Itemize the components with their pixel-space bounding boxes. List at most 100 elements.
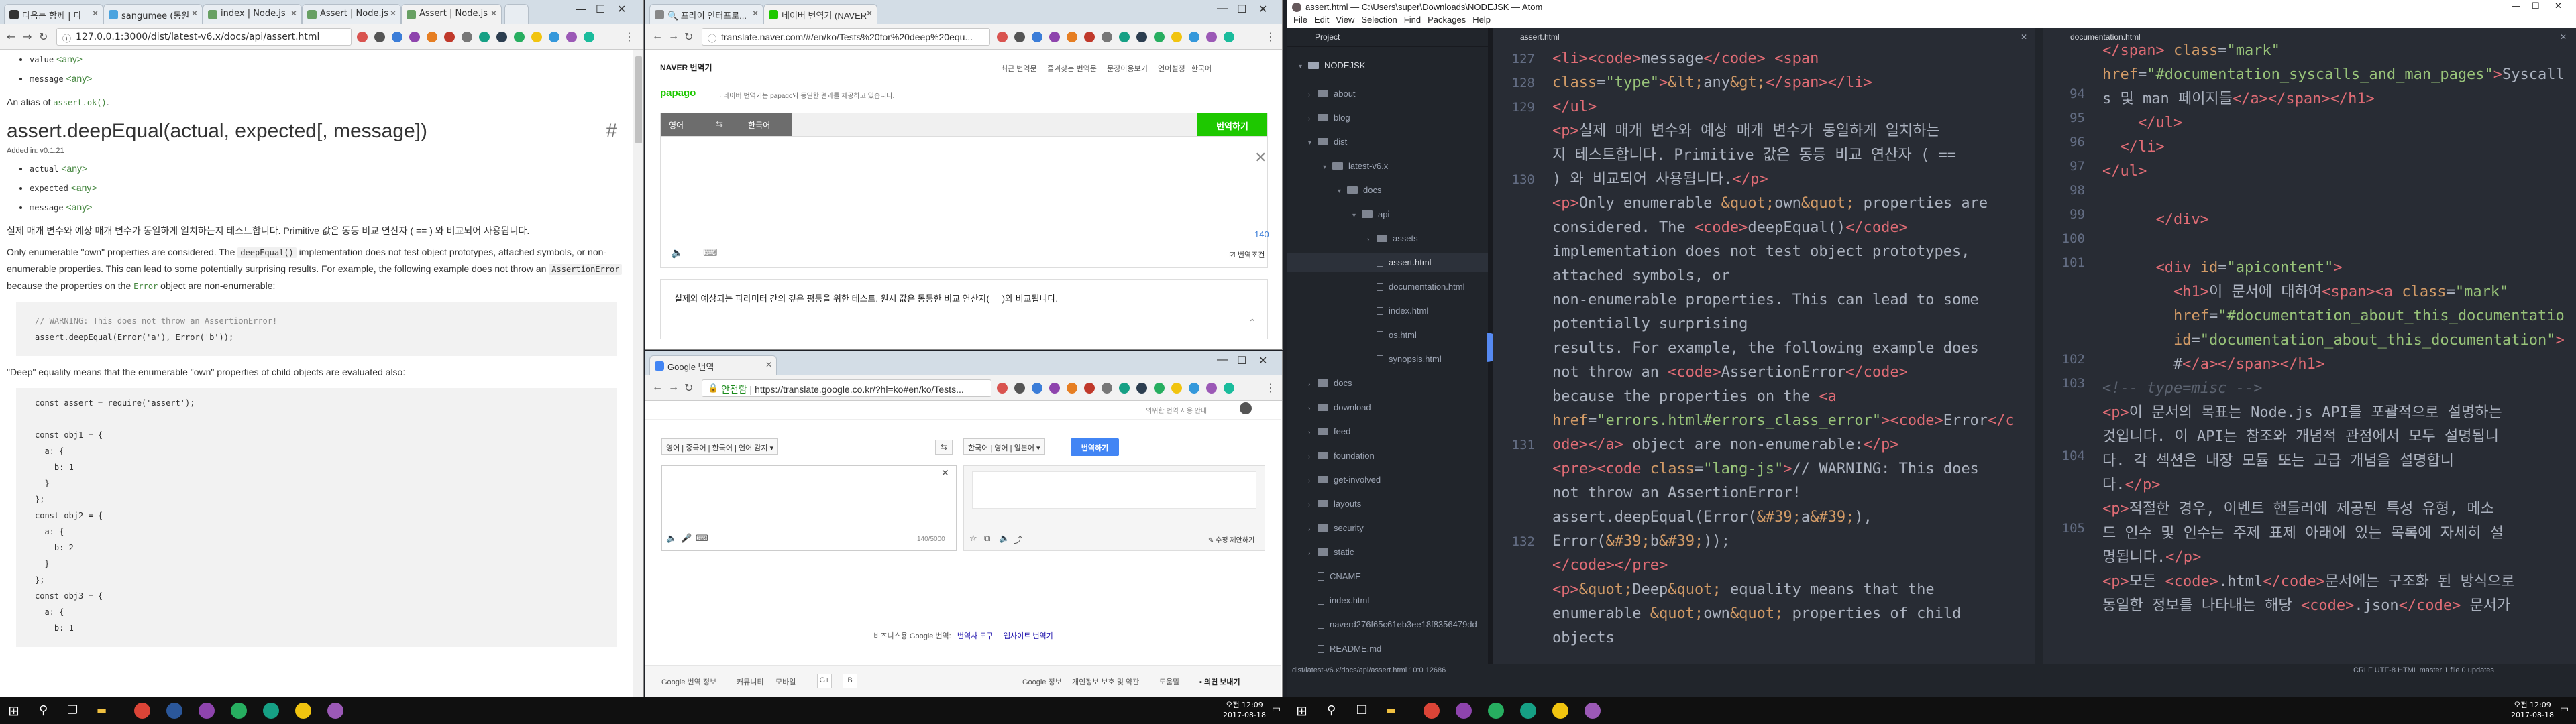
extension-icon[interactable] [584, 32, 594, 42]
auto-translate-checkbox[interactable]: ☑ 번역조건 [1229, 249, 1265, 260]
menu-view[interactable]: View [1336, 15, 1354, 25]
back-icon[interactable]: ← [652, 30, 663, 42]
nav-language-korean[interactable]: 한국어 [1191, 65, 1212, 73]
footer-privacy[interactable]: 개인정보 보호 및 약관 [1072, 676, 1139, 687]
menu-icon[interactable]: ⋮ [1265, 30, 1276, 44]
tree-file[interactable]: README.md [1287, 640, 1488, 658]
tab-naver-translate[interactable]: 네이버 번역기 (NAVER ✕ [763, 4, 877, 24]
maximize-icon[interactable]: ☐ [1237, 354, 1246, 367]
anchor-link[interactable]: # [606, 120, 617, 143]
source-text-area[interactable] [660, 137, 1268, 268]
clear-text-icon[interactable]: ✕ [1254, 149, 1267, 166]
chrome-icon[interactable] [1424, 703, 1440, 719]
tab-sangumee[interactable]: sangumee (동원 ✕ [103, 4, 203, 24]
tree-root[interactable]: ▾ NODEJSK [1299, 60, 1365, 70]
app-icon[interactable] [1488, 703, 1504, 719]
tree-folder[interactable]: › foundation [1287, 446, 1488, 465]
tab-assert-html[interactable]: assert.html ✕ [1493, 28, 2035, 47]
extension-icon[interactable] [1049, 383, 1060, 394]
maximize-icon[interactable]: ☐ [1237, 3, 1246, 16]
forward-icon[interactable]: → [668, 381, 679, 394]
close-icon[interactable]: ✕ [866, 9, 873, 18]
tab-index-node[interactable]: index | Node.js ✕ [203, 4, 302, 24]
forward-icon[interactable]: → [668, 30, 679, 42]
lang-tab-korean[interactable]: 한국어 [968, 444, 988, 452]
tree-folder[interactable]: › layouts [1287, 495, 1488, 514]
extension-icon[interactable] [1224, 383, 1234, 394]
minimize-icon[interactable]: — [1217, 354, 1228, 366]
reload-icon[interactable]: ↻ [684, 381, 693, 395]
nav-language-settings[interactable]: 언어설정 [1158, 65, 1185, 73]
extension-icon[interactable] [1032, 383, 1042, 394]
extension-icon[interactable] [1102, 383, 1112, 394]
translate-button[interactable]: 번역하기 [1071, 438, 1119, 456]
tree-folder[interactable]: ▾ api [1287, 205, 1488, 224]
extension-icon[interactable] [1171, 383, 1182, 394]
menu-find[interactable]: Find [1404, 15, 1421, 25]
chevron-down-icon[interactable]: ▾ [1036, 444, 1040, 452]
minimize-icon[interactable]: — [576, 3, 586, 15]
pane-divider[interactable] [2035, 28, 2043, 664]
status-file-path[interactable]: dist/latest-v6.x/docs/api/assert.html 10… [1292, 666, 1446, 674]
clock-left[interactable]: 오전 12:09 2017-08-18 [1221, 700, 1268, 720]
close-window-icon[interactable]: ✕ [617, 3, 626, 15]
pocket-icon[interactable] [357, 32, 368, 42]
scrollbar[interactable] [633, 50, 643, 697]
tree-folder[interactable]: › blog [1287, 109, 1488, 127]
lang-tab-chinese[interactable]: 중국어 [686, 444, 706, 452]
tree-folder[interactable]: › security [1287, 519, 1488, 538]
speaker-icon[interactable]: 🔈 [999, 533, 1010, 544]
app-icon[interactable] [327, 703, 343, 719]
footer-about-translate[interactable]: Google 번역 정보 [661, 676, 716, 687]
status-right-info[interactable]: CRLF UTF-8 HTML master 1 file 0 updates [2353, 666, 2494, 674]
extension-icon[interactable] [531, 32, 542, 42]
start-icon[interactable]: ⊞ [8, 703, 19, 719]
footer-help[interactable]: 도움말 [1159, 676, 1179, 687]
tree-folder[interactable]: › static [1287, 543, 1488, 562]
pocket-icon[interactable] [997, 32, 1008, 42]
address-bar[interactable]: ⓘ 127.0.0.1:3000/dist/latest-v6.x/docs/ap… [56, 28, 352, 46]
address-bar[interactable]: ⓘ translate.naver.com/#/en/ko/Tests%20for… [702, 28, 990, 46]
search-icon[interactable]: ⚲ [39, 703, 48, 717]
papago-logo[interactable]: papago [660, 87, 696, 99]
google-plus-icon[interactable]: G+ [817, 674, 832, 688]
nav-favorites[interactable]: 즐겨찾는 번역문 [1047, 65, 1097, 73]
close-icon[interactable]: ✕ [191, 9, 198, 18]
extension-icon[interactable] [1032, 32, 1042, 42]
extension-icon[interactable] [1171, 32, 1182, 42]
app-icon[interactable] [231, 703, 247, 719]
tree-file[interactable]: naverd276f65c61eb3ee18f8356479dd [1287, 615, 1488, 634]
swap-languages-icon[interactable]: ⇆ [935, 440, 953, 455]
source-language-button[interactable]: 영어 [669, 119, 684, 131]
menu-packages[interactable]: Packages [1428, 15, 1466, 25]
swap-languages-icon[interactable]: ⇆ [716, 119, 723, 129]
target-language-button[interactable]: 한국어 [748, 119, 770, 131]
file-explorer-icon[interactable]: ▬ [1386, 704, 1396, 717]
extension-icon[interactable] [1189, 383, 1199, 394]
extension-icon[interactable] [1102, 32, 1112, 42]
back-icon[interactable]: ← [652, 381, 663, 394]
tree-folder[interactable]: ▾ latest-v6.x [1287, 157, 1488, 176]
task-view-icon[interactable]: ❐ [67, 703, 78, 717]
extension-icon[interactable] [1154, 32, 1165, 42]
forward-icon[interactable]: → [23, 30, 32, 43]
tree-folder[interactable]: › feed [1287, 422, 1488, 441]
app-icon[interactable] [166, 703, 182, 719]
reload-icon[interactable]: ↻ [39, 30, 48, 43]
collapse-icon[interactable]: ⌃ [1248, 317, 1256, 328]
close-icon[interactable]: ✕ [290, 9, 297, 18]
notification-icon[interactable]: ▭ [2560, 704, 2569, 715]
address-bar[interactable]: 🔒 안전함 | https://translate.google.co.kr/?h… [702, 379, 991, 397]
code-editor-left[interactable]: <li><code>message</code> <span class="ty… [1552, 47, 2029, 664]
chevron-down-icon[interactable]: ▾ [770, 444, 774, 452]
footer-mobile[interactable]: 모바일 [775, 676, 796, 687]
minimize-icon[interactable]: — [2512, 1, 2520, 11]
menu-file[interactable]: File [1293, 15, 1307, 25]
extension-icon[interactable] [479, 32, 490, 42]
extension-icon[interactable] [462, 32, 472, 42]
code-editor-right[interactable]: </span> class="mark" href="#documentatio… [2102, 39, 2569, 664]
source-text-area[interactable]: ✕ 🔈 🎤 ⌨ 140/5000 [661, 465, 957, 551]
naver-translator-logo[interactable]: NAVER 번역기 [660, 62, 712, 73]
extension-icon[interactable] [1119, 383, 1130, 394]
translator-toolkit-link[interactable]: 번역사 도구 [957, 632, 994, 640]
